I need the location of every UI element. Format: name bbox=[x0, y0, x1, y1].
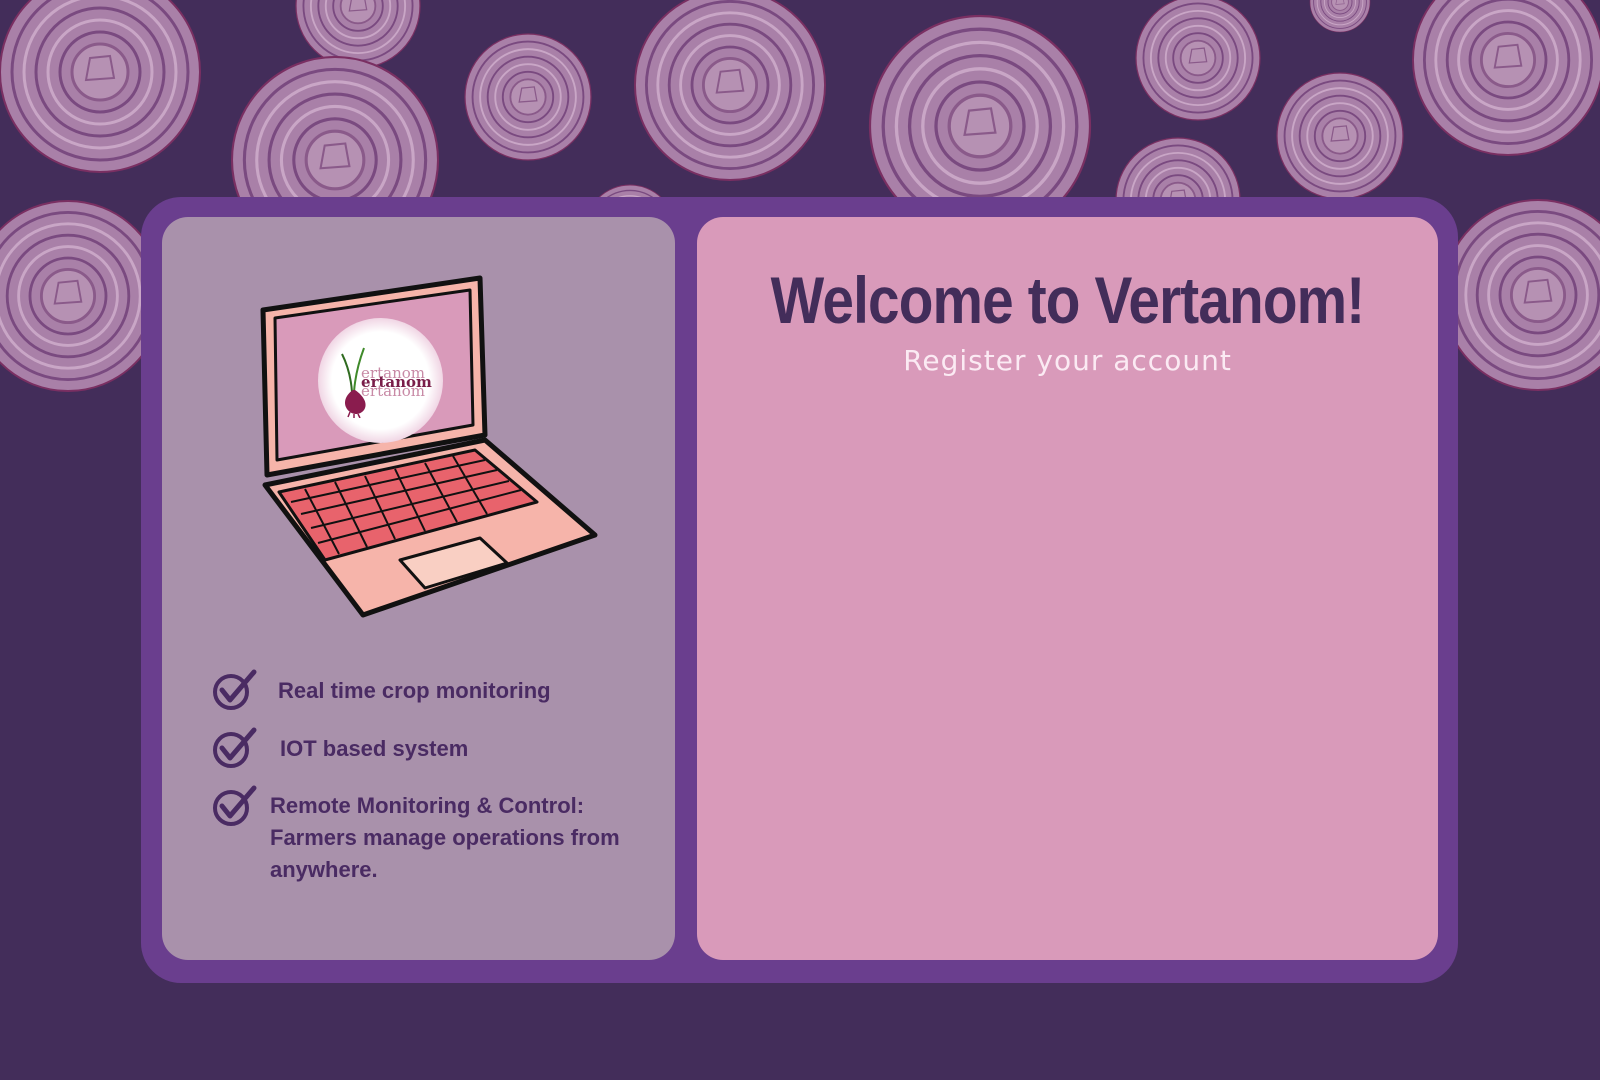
checkmark-icon bbox=[213, 727, 257, 768]
feature-item: IOT based system bbox=[212, 726, 632, 776]
onion-ring-icon bbox=[464, 33, 592, 161]
onion-logo-icon: ertanom ertanom ertanom bbox=[318, 318, 443, 443]
onion-ring-icon bbox=[1309, 0, 1371, 33]
feature-item: Real time crop monitoring bbox=[212, 668, 632, 718]
laptop-icon bbox=[260, 275, 598, 618]
checkmark-icon bbox=[213, 669, 257, 710]
feature-label: Real time crop monitoring bbox=[278, 678, 551, 703]
feature-item: Remote Monitoring & Control: Farmers man… bbox=[212, 784, 632, 884]
onion-ring-icon bbox=[295, 0, 421, 69]
onion-ring-icon bbox=[0, 0, 202, 174]
page-subtitle: Register your account bbox=[903, 344, 1232, 377]
checkmark-icon bbox=[213, 785, 257, 826]
logo-line-3: ertanom bbox=[361, 382, 425, 400]
page-title: Welcome to Vertanom! bbox=[770, 263, 1366, 337]
onion-ring-icon bbox=[1411, 0, 1600, 157]
onion-ring-icon bbox=[633, 0, 827, 182]
onion-ring-icon bbox=[1441, 198, 1600, 392]
feature-label: Remote Monitoring & Control: Farmers man… bbox=[270, 793, 620, 882]
feature-label: IOT based system bbox=[280, 736, 469, 761]
onion-ring-icon bbox=[1276, 72, 1404, 200]
logo-wordmark: ertanom ertanom ertanom bbox=[361, 366, 432, 400]
onion-ring-icon bbox=[0, 199, 165, 393]
onion-ring-icon bbox=[1135, 0, 1261, 121]
feature-list: Real time crop monitoring IOT based syst… bbox=[212, 668, 632, 892]
